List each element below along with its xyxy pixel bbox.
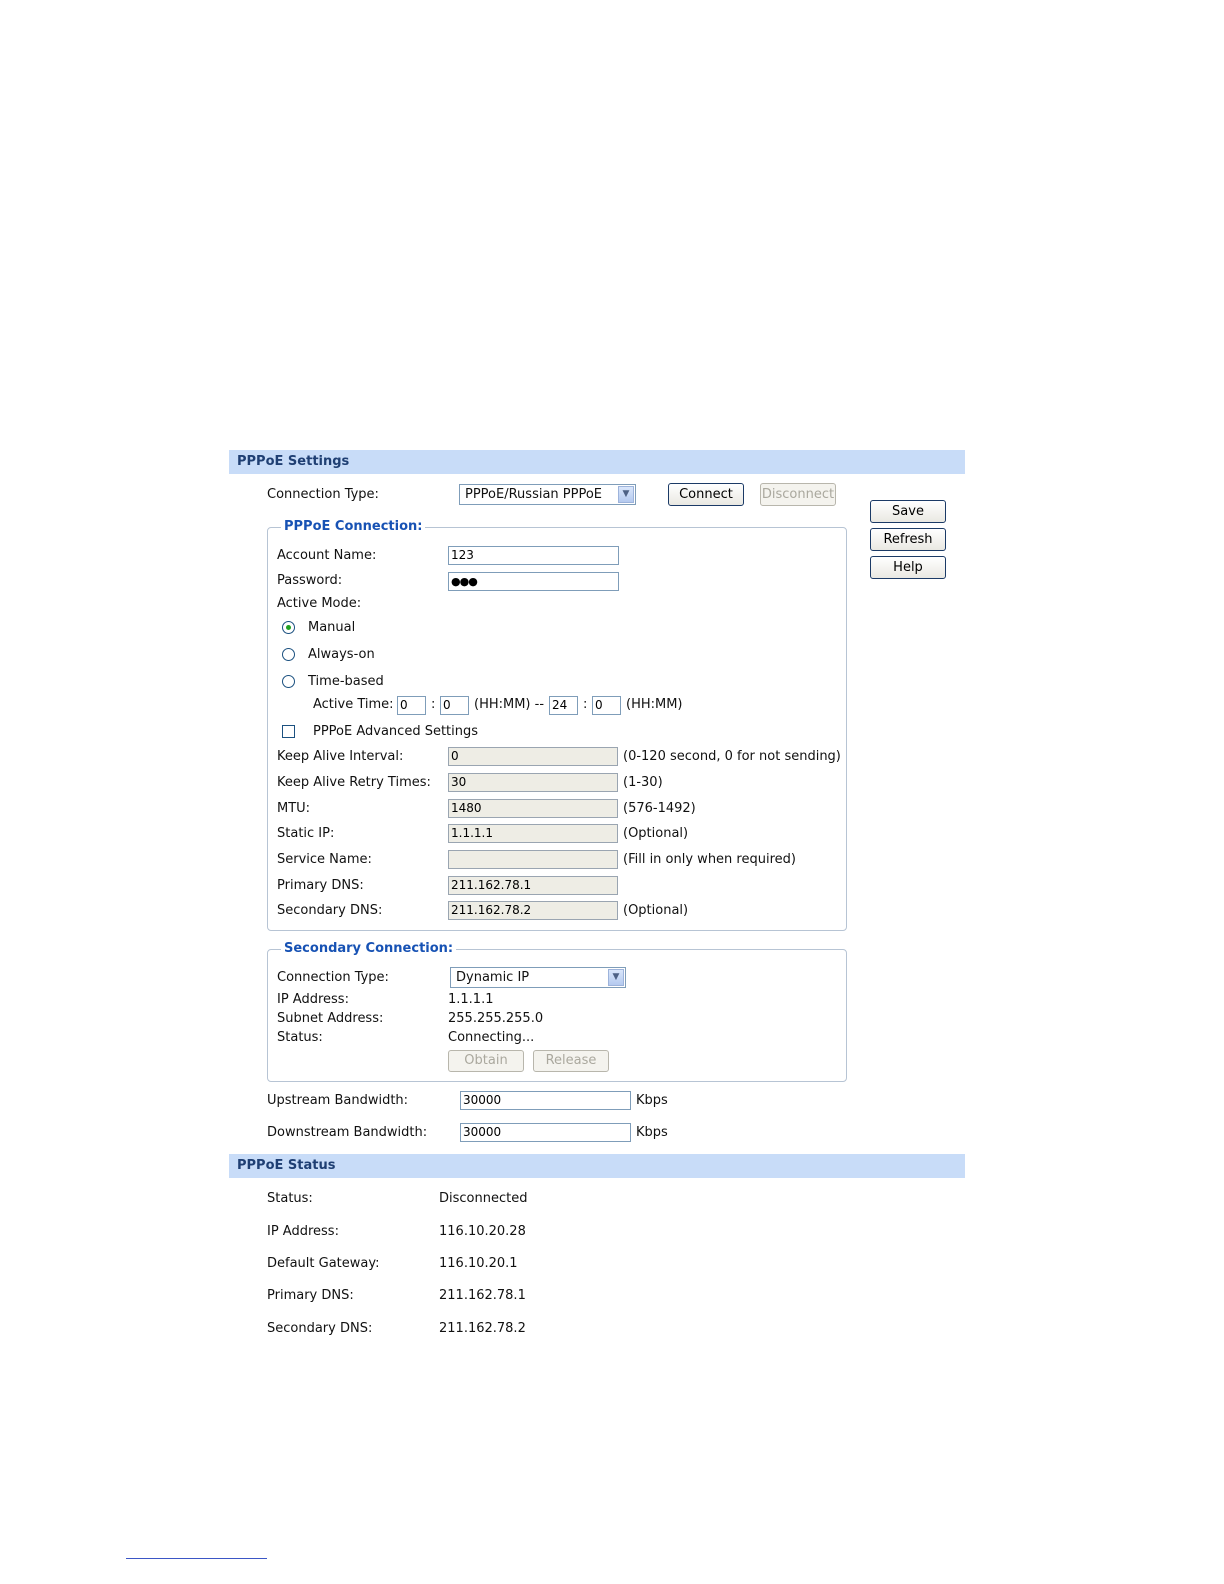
- secondary-subnet-label: Subnet Address:: [277, 1011, 384, 1026]
- upstream-bandwidth-label: Upstream Bandwidth:: [267, 1093, 409, 1108]
- pppoe-connection-legend: PPPoE Connection:: [281, 519, 426, 534]
- active-time-label: Active Time:: [313, 697, 394, 712]
- mtu-input[interactable]: 1480: [448, 799, 618, 818]
- time-colon: :: [431, 697, 436, 712]
- save-button[interactable]: Save: [870, 500, 946, 523]
- secondary-connection-type-select[interactable]: Dynamic IP ▼: [450, 967, 626, 988]
- secondary-ip-value: 1.1.1.1: [448, 992, 494, 1007]
- active-time-end-minute-input[interactable]: 0: [592, 696, 621, 715]
- default-gateway-value: 116.10.20.1: [439, 1256, 518, 1271]
- status-primary-dns-value: 211.162.78.1: [439, 1288, 526, 1303]
- account-name-input[interactable]: 123: [448, 546, 619, 565]
- static-ip-label: Static IP:: [277, 826, 335, 841]
- active-time-separator: (HH:MM) --: [474, 697, 545, 712]
- active-mode-label: Active Mode:: [277, 596, 362, 611]
- release-button[interactable]: Release: [533, 1050, 609, 1072]
- upstream-unit: Kbps: [636, 1093, 668, 1108]
- service-name-hint: (Fill in only when required): [623, 852, 796, 867]
- connection-type-select[interactable]: PPPoE/Russian PPPoE ▼: [459, 484, 636, 505]
- always-on-radio[interactable]: [282, 648, 295, 661]
- service-name-input[interactable]: [448, 850, 618, 869]
- status-value: Disconnected: [439, 1191, 528, 1206]
- time-colon: :: [583, 697, 588, 712]
- secondary-connection-type-label: Connection Type:: [277, 970, 389, 985]
- manual-radio-label: Manual: [308, 620, 356, 635]
- secondary-subnet-value: 255.255.255.0: [448, 1011, 544, 1026]
- status-primary-dns-label: Primary DNS:: [267, 1288, 354, 1303]
- downstream-bandwidth-input[interactable]: 30000: [460, 1123, 631, 1142]
- downstream-bandwidth-label: Downstream Bandwidth:: [267, 1125, 428, 1140]
- keep-alive-retry-input[interactable]: 30: [448, 773, 618, 792]
- status-secondary-dns-value: 211.162.78.2: [439, 1321, 526, 1336]
- pppoe-settings-header: PPPoE Settings: [229, 450, 965, 474]
- connection-type-value: PPPoE/Russian PPPoE: [465, 487, 603, 502]
- primary-dns-label: Primary DNS:: [277, 878, 364, 893]
- keep-alive-retry-hint: (1-30): [623, 775, 663, 790]
- static-ip-hint: (Optional): [623, 826, 689, 841]
- static-ip-input[interactable]: 1.1.1.1: [448, 824, 618, 843]
- chevron-down-icon[interactable]: ▼: [608, 969, 624, 986]
- password-label: Password:: [277, 573, 343, 588]
- account-name-label: Account Name:: [277, 548, 377, 563]
- connection-type-label: Connection Type:: [267, 487, 379, 502]
- active-time-start-minute-input[interactable]: 0: [440, 696, 469, 715]
- status-ip-value: 116.10.20.28: [439, 1224, 526, 1239]
- keep-alive-retry-label: Keep Alive Retry Times:: [277, 775, 431, 790]
- connect-button[interactable]: Connect: [668, 483, 744, 506]
- manual-radio[interactable]: [282, 621, 295, 634]
- secondary-dns-input[interactable]: 211.162.78.2: [448, 901, 618, 920]
- mtu-hint: (576-1492): [623, 801, 696, 816]
- primary-dns-input[interactable]: 211.162.78.1: [448, 876, 618, 895]
- refresh-button[interactable]: Refresh: [870, 528, 946, 551]
- secondary-status-label: Status:: [277, 1030, 323, 1045]
- obtain-button[interactable]: Obtain: [448, 1050, 524, 1072]
- keep-alive-interval-label: Keep Alive Interval:: [277, 749, 404, 764]
- status-secondary-dns-label: Secondary DNS:: [267, 1321, 373, 1336]
- disconnect-button[interactable]: Disconnect: [760, 483, 836, 506]
- time-based-radio-label: Time-based: [308, 674, 384, 689]
- keep-alive-interval-input[interactable]: 0: [448, 747, 618, 766]
- help-button[interactable]: Help: [870, 556, 946, 579]
- secondary-dns-hint: (Optional): [623, 903, 689, 918]
- keep-alive-interval-hint: (0-120 second, 0 for not sending): [623, 749, 841, 764]
- pppoe-status-header: PPPoE Status: [229, 1154, 965, 1178]
- chevron-down-icon[interactable]: ▼: [618, 486, 634, 503]
- secondary-dns-label: Secondary DNS:: [277, 903, 383, 918]
- footnote-divider: [126, 1558, 267, 1559]
- default-gateway-label: Default Gateway:: [267, 1256, 380, 1271]
- status-label: Status:: [267, 1191, 313, 1206]
- mtu-label: MTU:: [277, 801, 311, 816]
- upstream-bandwidth-input[interactable]: 30000: [460, 1091, 631, 1110]
- secondary-connection-type-value: Dynamic IP: [456, 970, 530, 985]
- secondary-ip-label: IP Address:: [277, 992, 349, 1007]
- secondary-status-value: Connecting...: [448, 1030, 535, 1045]
- service-name-label: Service Name:: [277, 852, 372, 867]
- always-on-radio-label: Always-on: [308, 647, 375, 662]
- advanced-settings-checkbox[interactable]: [282, 725, 295, 738]
- password-input[interactable]: ●●●: [448, 572, 619, 591]
- time-based-radio[interactable]: [282, 675, 295, 688]
- downstream-unit: Kbps: [636, 1125, 668, 1140]
- status-ip-label: IP Address:: [267, 1224, 339, 1239]
- active-time-end-hour-input[interactable]: 24: [549, 696, 578, 715]
- advanced-settings-label: PPPoE Advanced Settings: [313, 724, 479, 739]
- active-time-suffix: (HH:MM): [626, 697, 683, 712]
- active-time-start-hour-input[interactable]: 0: [397, 696, 426, 715]
- secondary-connection-legend: Secondary Connection:: [281, 941, 457, 956]
